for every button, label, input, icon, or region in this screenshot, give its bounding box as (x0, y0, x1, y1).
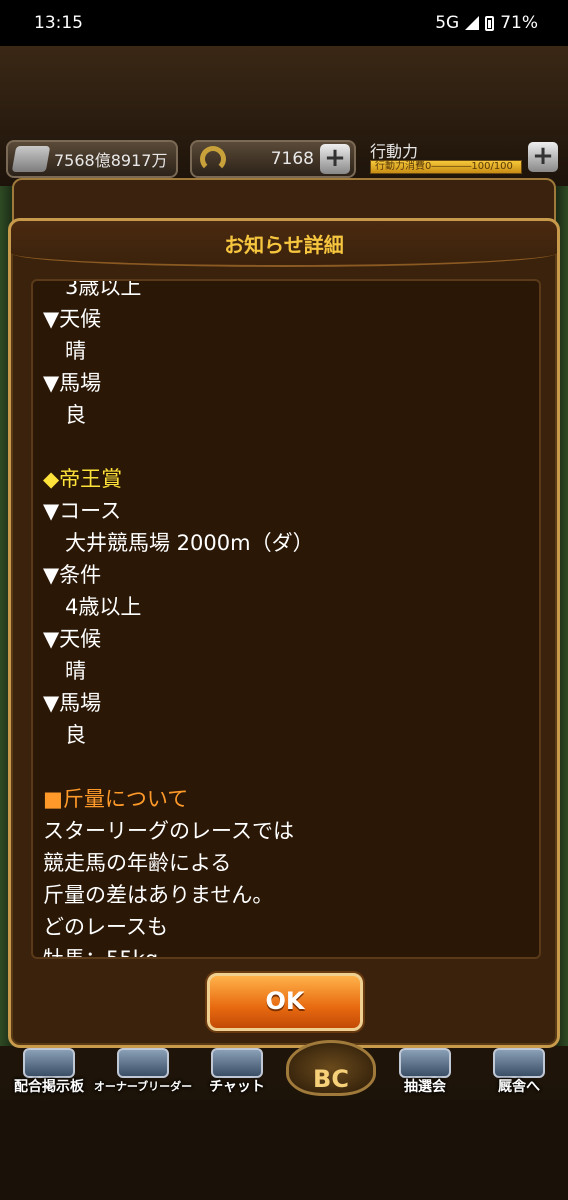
nav-chat[interactable]: チャット (192, 1040, 282, 1096)
money-icon (11, 146, 51, 172)
notice-line: 晴 (65, 339, 86, 363)
nav-label: チャット (209, 1079, 265, 1095)
status-time: 13:15 (34, 13, 83, 33)
notice-line: ▼馬場 (43, 691, 102, 715)
notice-line: ▼条件 (43, 563, 102, 587)
stable-icon (493, 1048, 545, 1078)
battery-icon (485, 15, 495, 31)
lottery-icon (399, 1048, 451, 1078)
chat-icon (211, 1048, 263, 1078)
notice-line: 良 (65, 403, 86, 427)
notice-line: スターリーグのレースでは (43, 819, 294, 843)
notice-line: ▼馬場 (43, 371, 102, 395)
notice-line: ▼天候 (43, 307, 102, 331)
money-display: 7568億8917万 (6, 140, 178, 178)
horseshoe-display: 7168 + (190, 140, 356, 178)
notice-line: 大井競馬場 2000m（ダ） (65, 531, 314, 555)
notice-line: ◆帝王賞 (43, 467, 123, 491)
money-value: 7568億8917万 (54, 151, 168, 170)
notice-line: 良 (65, 723, 86, 747)
notice-line: どのレースも (43, 915, 168, 939)
notice-line: 晴 (65, 659, 86, 683)
notice-line: 牡馬：55kg (43, 947, 159, 959)
nav-label: 抽選会 (404, 1079, 446, 1095)
notice-content: 3歳以上 ▼天候晴 ▼馬場良 ◆帝王賞 ▼コース 大井競馬場 2000m（ダ） ▼条件 4歳以… (43, 279, 533, 959)
notice-line: 競走馬の年齢による (43, 851, 232, 875)
status-bar: 13:15 5G 71% (0, 0, 568, 46)
notice-line: 3歳以上 (65, 279, 142, 299)
nav-owner-breeder[interactable]: オーナーブリーダー (94, 1040, 192, 1096)
network-label: 5G (435, 13, 460, 33)
horseshoe-icon (200, 146, 226, 172)
notice-detail-dialog: お知らせ詳細 3歳以上 ▼天候晴 ▼馬場良 ◆帝王賞 ▼コース 大井競馬場 2000m（ダ… (8, 218, 560, 1048)
notice-content-scroll[interactable]: 3歳以上 ▼天候晴 ▼馬場良 ◆帝王賞 ▼コース 大井競馬場 2000m（ダ） ▼条件 4歳以… (31, 279, 541, 959)
status-indicators: 5G 71% (435, 13, 538, 33)
signal-icon (465, 16, 480, 30)
add-horseshoe-button[interactable]: + (320, 144, 350, 174)
nav-bc-label: BC (313, 1065, 349, 1093)
ok-button[interactable]: OK (207, 973, 363, 1031)
owner-breeder-icon (117, 1048, 169, 1078)
notice-line: ■斤量について (43, 787, 189, 811)
nav-bc[interactable]: BC (286, 1040, 376, 1096)
add-action-points-button[interactable]: + (528, 142, 558, 172)
bottom-navigation: 配合掲示板 オーナーブリーダー チャット BC 抽選会 厩舎へ (0, 1040, 568, 1100)
nav-label: オーナーブリーダー (93, 1080, 193, 1093)
nav-lottery[interactable]: 抽選会 (380, 1040, 470, 1096)
notice-line: ▼コース (43, 499, 122, 523)
notice-line: ▼天候 (43, 627, 102, 651)
notice-line: 斤量の差はありません。 (43, 883, 274, 907)
nav-label: 厩舎へ (498, 1079, 540, 1095)
bc-icon: BC (286, 1040, 376, 1096)
action-points-label: 行動力 (370, 142, 419, 161)
notice-line: 4歳以上 (65, 595, 142, 619)
dialog-title: お知らせ詳細 (224, 233, 344, 257)
resource-bar: 7568億8917万 7168 + 行動力 行動力消費0――――100/100 … (0, 138, 568, 182)
board-icon (23, 1048, 75, 1078)
nav-breeding-board[interactable]: 配合掲示板 (4, 1040, 94, 1096)
horseshoe-value: 7168 (270, 149, 314, 169)
battery-level: 71% (500, 13, 538, 33)
nav-label: 配合掲示板 (14, 1079, 84, 1095)
action-points-bar: 行動力消費0――――100/100 (370, 160, 522, 174)
bottom-background (0, 1100, 568, 1200)
nav-stable[interactable]: 厩舎へ (474, 1040, 564, 1096)
